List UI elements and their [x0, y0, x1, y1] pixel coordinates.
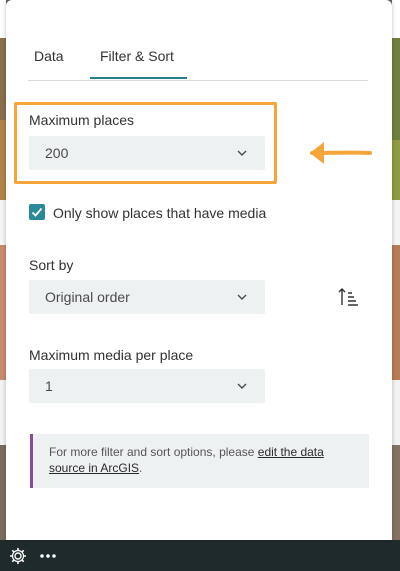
background-photo-right — [392, 0, 400, 540]
media-filter-label: Only show places that have media — [53, 205, 267, 221]
bottom-toolbar — [0, 540, 400, 571]
checkmark-icon — [31, 207, 43, 217]
gear-icon[interactable] — [8, 546, 28, 566]
tab-bar: Data Filter & Sort — [28, 36, 368, 81]
info-text: For more filter and sort options, please — [49, 445, 258, 459]
tab-filter-sort[interactable]: Filter & Sort — [100, 48, 174, 64]
max-places-label: Maximum places — [29, 112, 135, 128]
sort-by-label: Sort by — [29, 257, 74, 273]
active-tab-indicator — [90, 77, 187, 79]
info-suffix: . — [139, 461, 143, 475]
max-places-select[interactable]: 200 — [29, 136, 265, 170]
max-media-value: 1 — [45, 378, 53, 394]
settings-panel: Data Filter & Sort Maximum places 200 On… — [6, 0, 392, 540]
tab-data[interactable]: Data — [34, 48, 64, 64]
sort-by-value: Original order — [45, 289, 130, 305]
chevron-down-icon — [237, 150, 247, 156]
chevron-down-icon — [237, 294, 247, 300]
max-media-select[interactable]: 1 — [29, 369, 265, 403]
info-notice: For more filter and sort options, please… — [30, 434, 369, 488]
max-places-value: 200 — [45, 145, 69, 161]
chevron-down-icon — [237, 383, 247, 389]
sort-ascending-icon[interactable] — [337, 285, 361, 309]
more-options-icon[interactable] — [38, 546, 58, 566]
media-filter-checkbox[interactable] — [29, 204, 45, 220]
max-media-label: Maximum media per place — [29, 347, 194, 363]
sort-by-select[interactable]: Original order — [29, 280, 265, 314]
